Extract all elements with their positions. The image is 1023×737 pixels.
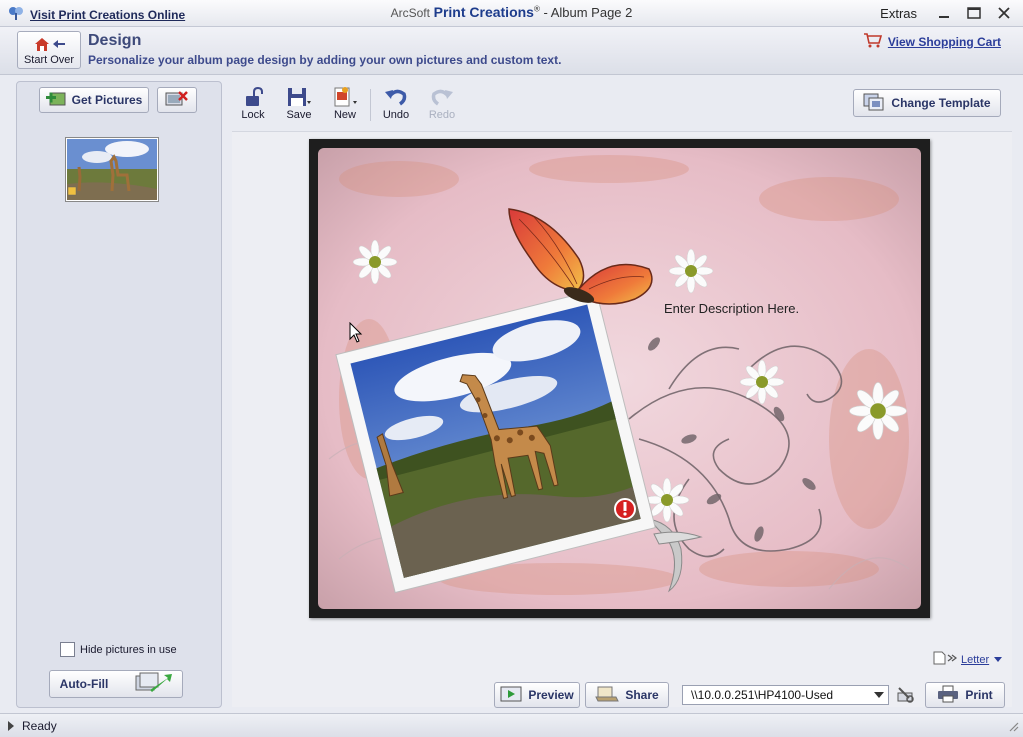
minimize-button[interactable] [931, 3, 957, 23]
brand-label: ArcSoft [390, 6, 430, 20]
shopping-cart-link[interactable]: View Shopping Cart [863, 32, 1001, 51]
auto-fill-label: Auto-Fill [59, 677, 109, 691]
resize-grip-icon[interactable] [1007, 720, 1019, 735]
save-icon [278, 85, 320, 109]
save-button[interactable]: Save [278, 85, 320, 121]
change-template-icon [863, 93, 885, 114]
paper-size-label[interactable]: Letter [961, 654, 989, 666]
preview-button[interactable]: Preview [494, 682, 580, 708]
lock-button[interactable]: Lock [232, 85, 274, 121]
share-icon [595, 685, 620, 706]
giraffe-thumbnail-image [67, 139, 157, 200]
visit-online-link[interactable]: Visit Print Creations Online [30, 8, 185, 22]
remove-pictures-button[interactable] [157, 87, 197, 113]
minimize-icon [939, 16, 949, 18]
chevron-down-icon [993, 654, 1003, 666]
header-bar: Start Over Design Personalize your album… [0, 27, 1023, 75]
extras-menu[interactable]: Extras [880, 6, 917, 21]
share-button[interactable]: Share [585, 682, 669, 708]
undo-label: Undo [382, 109, 410, 121]
start-over-button[interactable]: Start Over [17, 31, 81, 69]
maximize-button[interactable] [961, 3, 987, 23]
app-logo-icon [8, 5, 24, 24]
get-pictures-label: Get Pictures [71, 93, 143, 107]
home-back-icon [33, 36, 67, 55]
printer-settings-icon [897, 687, 914, 703]
paper-size-selector[interactable]: Letter [933, 651, 1003, 668]
print-label: Print [965, 688, 993, 702]
page-subtitle: Personalize your album page design by ad… [88, 53, 562, 67]
print-button[interactable]: Print [925, 682, 1005, 708]
preview-icon [500, 686, 522, 705]
printer-settings-button[interactable] [895, 685, 915, 708]
album-page-canvas[interactable] [309, 139, 930, 618]
pictures-panel: Get Pictures Hide pictures in use Auto-F… [16, 81, 222, 708]
document-title: - Album Page 2 [539, 5, 633, 20]
hide-pictures-checkbox[interactable] [60, 642, 75, 657]
printer-name: \\10.0.0.251\HP4100-Used [691, 688, 834, 702]
new-label: New [333, 109, 356, 121]
new-document-icon [324, 85, 366, 109]
remove-picture-icon [165, 90, 189, 111]
auto-fill-icon [134, 672, 173, 697]
redo-icon [421, 85, 463, 109]
maximize-icon [967, 7, 981, 19]
visit-online-area[interactable]: Visit Print Creations Online [8, 5, 185, 24]
close-icon [998, 7, 1010, 19]
view-cart-label[interactable]: View Shopping Cart [888, 35, 1001, 49]
undo-button[interactable]: Undo [375, 85, 417, 121]
album-page-artwork [309, 139, 930, 618]
hide-pictures-option[interactable]: Hide pictures in use [60, 642, 177, 657]
dropdown-arrow-icon [874, 692, 884, 698]
start-over-label: Start Over [23, 54, 75, 66]
save-label: Save [286, 109, 312, 121]
title-bar: Visit Print Creations Online ArcSoft Pri… [0, 0, 1023, 27]
status-text: Ready [22, 719, 57, 733]
hide-pictures-label: Hide pictures in use [80, 643, 177, 656]
product-label: Print Creations [433, 4, 534, 20]
share-label: Share [625, 688, 659, 702]
change-template-button[interactable]: Change Template [853, 89, 1001, 117]
toolbar-separator [370, 89, 371, 121]
status-bar: Ready [0, 713, 1023, 737]
preview-label: Preview [528, 688, 574, 702]
cart-icon [863, 32, 883, 51]
description-text[interactable]: Enter Description Here. [664, 301, 799, 316]
undo-icon [375, 85, 417, 109]
get-pictures-button[interactable]: Get Pictures [39, 87, 149, 113]
redo-button[interactable]: Redo [421, 85, 463, 121]
picture-thumbnail[interactable] [65, 137, 159, 202]
registered-mark: ® [533, 4, 540, 14]
lock-label: Lock [241, 109, 265, 121]
change-template-label: Change Template [891, 96, 991, 110]
auto-fill-button[interactable]: Auto-Fill [49, 670, 183, 698]
add-picture-icon [45, 91, 66, 110]
redo-label: Redo [428, 109, 456, 121]
printer-icon [937, 685, 959, 706]
status-expand-icon[interactable] [8, 721, 14, 731]
page-size-icon [933, 651, 957, 668]
mouse-cursor-icon [349, 321, 363, 347]
warning-badge [614, 498, 636, 520]
lock-icon [232, 85, 274, 109]
printer-dropdown[interactable]: \\10.0.0.251\HP4100-Used [682, 685, 889, 705]
page-title: Design [88, 32, 142, 49]
close-button[interactable] [991, 3, 1017, 23]
new-button[interactable]: New [324, 85, 366, 121]
